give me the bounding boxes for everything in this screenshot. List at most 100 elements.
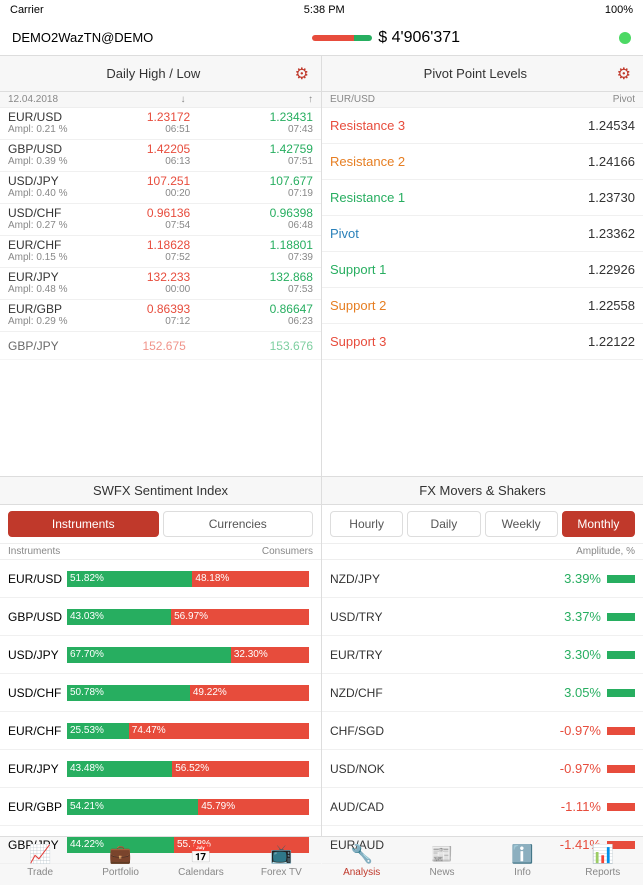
- forextv-icon: 📺: [270, 844, 292, 865]
- portfolio-label: Portfolio: [102, 867, 139, 878]
- sentiment-tab-currencies[interactable]: Currencies: [163, 511, 314, 537]
- info-icon: ℹ️: [511, 844, 533, 865]
- movers-amplitude-label: Amplitude, %: [576, 546, 635, 557]
- balance-section: $ 4'906'371: [312, 29, 460, 47]
- account-bar: DEMO2WazTN@DEMO $ 4'906'371: [0, 20, 643, 56]
- movers-tab-weekly[interactable]: Weekly: [485, 511, 558, 537]
- sentiment-rows: EUR/USD 51.82% 48.18% GBP/USD 43.03% 56.…: [0, 560, 321, 864]
- daily-highlow-header: Daily High / Low ⚙: [0, 56, 321, 92]
- sentiment-row: EUR/GBP 54.21% 45.79%: [0, 788, 321, 826]
- reports-icon: 📊: [592, 844, 614, 865]
- pivot-title: Pivot Point Levels: [334, 66, 617, 81]
- pivot-row: Support 3 1.22122: [322, 324, 643, 360]
- sentiment-header: SWFX Sentiment Index: [0, 477, 321, 505]
- account-balance: $ 4'906'371: [378, 29, 460, 47]
- pivot-row: Support 1 1.22926: [322, 252, 643, 288]
- table-row: EUR/USD Ampl: 0.21 % 1.23172 06:51 1.234…: [0, 108, 321, 140]
- account-name: DEMO2WazTN@DEMO: [12, 30, 153, 45]
- sentiment-panel: SWFX Sentiment Index Instruments Currenc…: [0, 477, 322, 836]
- table-up: ↑: [308, 94, 313, 105]
- portfolio-icon: 💼: [109, 844, 131, 865]
- movers-rows: NZD/JPY 3.39% USD/TRY 3.37% EUR/TRY 3.30…: [322, 560, 643, 864]
- info-label: Info: [514, 867, 531, 878]
- daily-table-header: 12.04.2018 ↓ ↑: [0, 92, 321, 108]
- nav-reports[interactable]: 📊 Reports: [563, 837, 643, 885]
- pivot-rows: Resistance 3 1.24534 Resistance 2 1.2416…: [322, 108, 643, 360]
- movers-list-header: Amplitude, %: [322, 544, 643, 560]
- table-down: ↓: [181, 94, 186, 105]
- nav-portfolio[interactable]: 💼 Portfolio: [80, 837, 160, 885]
- nav-trade[interactable]: 📈 Trade: [0, 837, 80, 885]
- pivot-header: Pivot Point Levels ⚙: [322, 56, 643, 92]
- daily-rows: EUR/USD Ampl: 0.21 % 1.23172 06:51 1.234…: [0, 108, 321, 360]
- movers-header: FX Movers & Shakers: [322, 477, 643, 505]
- bottom-panels: SWFX Sentiment Index Instruments Currenc…: [0, 476, 643, 836]
- forextv-label: Forex TV: [261, 867, 302, 878]
- pivot-pair-label: EUR/USD: [330, 94, 375, 105]
- pivot-row: Pivot 1.23362: [322, 216, 643, 252]
- nav-forextv[interactable]: 📺 Forex TV: [241, 837, 321, 885]
- table-row: EUR/GBP Ampl: 0.29 % 0.86393 07:12 0.866…: [0, 300, 321, 332]
- pivot-row: Resistance 2 1.24166: [322, 144, 643, 180]
- sentiment-instruments-label: Instruments: [8, 546, 60, 557]
- table-row: GBP/USD Ampl: 0.39 % 1.42205 06:13 1.427…: [0, 140, 321, 172]
- pivot-panel: Pivot Point Levels ⚙ EUR/USD Pivot Resis…: [322, 56, 643, 476]
- table-row: EUR/CHF Ampl: 0.15 % 1.18628 07:52 1.188…: [0, 236, 321, 268]
- pivot-col-label: Pivot: [613, 94, 635, 105]
- movers-tab-hourly[interactable]: Hourly: [330, 511, 403, 537]
- pivot-row: Support 2 1.22558: [322, 288, 643, 324]
- movers-row: USD/NOK -0.97%: [322, 750, 643, 788]
- status-bar: Carrier 5:38 PM 100%: [0, 0, 643, 20]
- sentiment-consumers-label: Consumers: [262, 546, 313, 557]
- nav-calendars[interactable]: 📅 Calendars: [161, 837, 241, 885]
- movers-title: FX Movers & Shakers: [334, 483, 631, 498]
- daily-highlow-settings[interactable]: ⚙: [295, 64, 309, 84]
- pivot-table-header: EUR/USD Pivot: [322, 92, 643, 108]
- battery-label: 100%: [605, 4, 633, 16]
- sentiment-row: GBP/USD 43.03% 56.97%: [0, 598, 321, 636]
- bottom-nav: 📈 Trade 💼 Portfolio 📅 Calendars 📺 Forex …: [0, 836, 643, 885]
- movers-row: NZD/JPY 3.39%: [322, 560, 643, 598]
- sentiment-row: EUR/JPY 43.48% 56.52%: [0, 750, 321, 788]
- movers-tabs: Hourly Daily Weekly Monthly: [322, 505, 643, 544]
- sentiment-row: EUR/CHF 25.53% 74.47%: [0, 712, 321, 750]
- news-icon: 📰: [431, 844, 453, 865]
- sentiment-tabs: Instruments Currencies: [0, 505, 321, 544]
- movers-tab-monthly[interactable]: Monthly: [562, 511, 635, 537]
- top-area: Daily High / Low ⚙ 12.04.2018 ↓ ↑ EUR/US…: [0, 56, 643, 476]
- pivot-row: Resistance 1 1.23730: [322, 180, 643, 216]
- trade-icon: 📈: [29, 844, 51, 865]
- movers-tab-daily[interactable]: Daily: [407, 511, 480, 537]
- movers-row: NZD/CHF 3.05%: [322, 674, 643, 712]
- movers-row: EUR/TRY 3.30%: [322, 636, 643, 674]
- movers-row: AUD/CAD -1.11%: [322, 788, 643, 826]
- table-date: 12.04.2018: [8, 94, 58, 105]
- carrier-label: Carrier: [10, 4, 44, 16]
- sentiment-title: SWFX Sentiment Index: [12, 483, 309, 498]
- daily-highlow-panel: Daily High / Low ⚙ 12.04.2018 ↓ ↑ EUR/US…: [0, 56, 322, 476]
- nav-news[interactable]: 📰 News: [402, 837, 482, 885]
- sentiment-tab-instruments[interactable]: Instruments: [8, 511, 159, 537]
- sentiment-row: EUR/USD 51.82% 48.18%: [0, 560, 321, 598]
- nav-info[interactable]: ℹ️ Info: [482, 837, 562, 885]
- sentiment-list-header: Instruments Consumers: [0, 544, 321, 560]
- calendars-icon: 📅: [190, 844, 212, 865]
- analysis-icon: 🔧: [350, 844, 372, 865]
- calendars-label: Calendars: [178, 867, 224, 878]
- table-row: GBP/JPY 152.675 153.676: [0, 332, 321, 360]
- daily-highlow-title: Daily High / Low: [12, 66, 295, 81]
- analysis-label: Analysis: [343, 867, 380, 878]
- reports-label: Reports: [585, 867, 620, 878]
- movers-row: USD/TRY 3.37%: [322, 598, 643, 636]
- nav-analysis[interactable]: 🔧 Analysis: [322, 837, 402, 885]
- sentiment-row: USD/CHF 50.78% 49.22%: [0, 674, 321, 712]
- news-label: News: [430, 867, 455, 878]
- table-row: EUR/JPY Ampl: 0.48 % 132.233 00:00 132.8…: [0, 268, 321, 300]
- movers-row: CHF/SGD -0.97%: [322, 712, 643, 750]
- movers-panel: FX Movers & Shakers Hourly Daily Weekly …: [322, 477, 643, 836]
- pivot-settings[interactable]: ⚙: [617, 64, 631, 84]
- table-row: USD/JPY Ampl: 0.40 % 107.251 00:20 107.6…: [0, 172, 321, 204]
- connection-status: [619, 32, 631, 44]
- sentiment-row: USD/JPY 67.70% 32.30%: [0, 636, 321, 674]
- table-row: USD/CHF Ampl: 0.27 % 0.96136 07:54 0.963…: [0, 204, 321, 236]
